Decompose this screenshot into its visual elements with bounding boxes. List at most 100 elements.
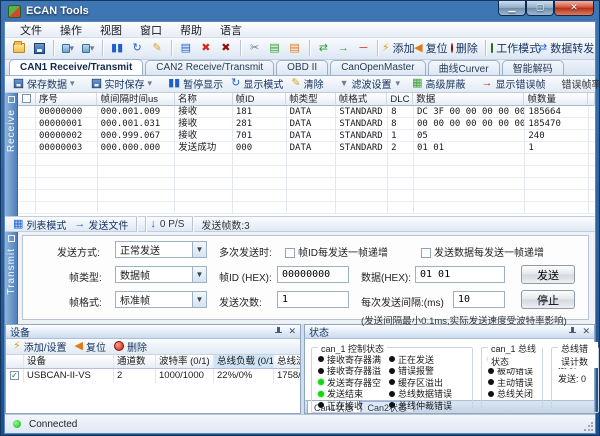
col-bus-load[interactable]: 总线负载 (0/1) [214,355,274,368]
device-reset-button[interactable]: ◀复位 [71,338,110,355]
add-device-button[interactable]: ⚡添加 [383,39,413,57]
cut-button[interactable]: ✂ [246,39,264,57]
forward-button[interactable]: → [334,39,352,57]
save-data-button[interactable]: 保存数据▾ [9,75,79,92]
col-device[interactable]: 设备 [24,355,114,368]
title-bar[interactable]: ECAN Tools ▁ ▢ ✕ [4,1,596,21]
data-forward-button[interactable]: ⇄数据转发 [542,39,590,57]
select-all-checkbox[interactable] [18,93,36,106]
data-hex-input[interactable] [415,266,505,283]
device-add-settings-button[interactable]: ⚡添加/设置 [9,338,71,355]
menu-window[interactable]: 窗口 [131,21,171,39]
clock-icon [114,341,124,351]
exchange-button[interactable]: ⇄ [314,39,332,57]
tab-can2-receive-transmit[interactable]: CAN2 Receive/Transmit [145,60,274,75]
device-row[interactable]: ✓ USBCAN-II-VS 2 1000/1000 22%/0% 1758/0 [6,369,300,383]
chevron-down-icon[interactable]: ▾ [396,79,401,88]
filter-settings-button[interactable]: ▼滤波设置 [336,75,396,92]
delete-device-button[interactable]: 删除 [448,39,480,57]
col-bus-flow[interactable]: 总线流量 (0/1) [274,355,300,368]
transmit-sidebar[interactable]: Transmit [5,232,18,323]
list-mode-button[interactable]: ▦列表模式 [9,216,70,233]
interval-input[interactable] [453,291,505,308]
resize-grip[interactable] [583,421,594,432]
advanced-mask-button[interactable]: ▦高级屏蔽 [408,75,469,92]
col-interval[interactable]: 帧间隔时间us [97,93,174,106]
close-icon[interactable]: ✕ [582,327,590,336]
send-file-button[interactable]: →发送文件 [70,216,132,233]
frame-format-select[interactable]: 标准帧▼ [115,291,207,308]
menu-language[interactable]: 语言 [211,21,251,39]
pause-button[interactable]: ▮▮ [108,39,126,57]
maximize-button[interactable]: ▢ [526,1,554,16]
paste-button[interactable]: ▤ [286,39,304,57]
tab-obd2[interactable]: OBD II [276,60,328,75]
frame-type-select[interactable]: 数据帧▼ [115,266,207,283]
col-name[interactable]: 名称 [175,93,233,106]
send-mode-select[interactable]: 正常发送▼ [115,241,207,258]
pause-display-button[interactable]: ▮▮暂停显示 [164,75,227,92]
col-channels[interactable]: 通道数 [114,355,156,368]
menu-file[interactable]: 文件 [11,21,51,39]
arrow-right-icon: → [338,43,349,54]
realtime-save-button[interactable]: 实时保存▾ [87,75,157,92]
stop-button[interactable]: 停止 [521,290,575,309]
table-row[interactable]: 00000002000.999.067 接收701 DATASTANDARD 1… [18,130,595,142]
table-row[interactable]: 00000001000.001.031 接收281 DATASTANDARD 8… [18,118,595,130]
col-frame-type[interactable]: 帧类型 [286,93,336,106]
led-icon [488,391,494,397]
delete-icon: ✖ [201,43,210,54]
tab-can1-receive-transmit[interactable]: CAN1 Receive/Transmit [9,59,143,75]
receive-sidebar[interactable]: Receive [5,93,18,216]
col-baudrate[interactable]: 波特率 (0/1) [156,355,214,368]
show-error-frames-button[interactable]: →显示错误帧 [477,75,549,92]
save-button[interactable] [30,39,48,57]
data-increment-checkbox[interactable]: 发送数据每发送一帧递增 [421,244,544,259]
multi-send-label: 多次发送时: [219,244,272,259]
tab-curve[interactable]: 曲线Curver [428,60,500,75]
col-index[interactable]: 序号 [36,93,98,106]
open-file-button[interactable] [10,39,28,57]
send-count-input[interactable] [277,291,349,308]
arrow-right-icon: → [481,78,492,89]
add-frame-button[interactable]: ▤ [177,39,195,57]
bus-error-count-group: 总线错误计数 接收: 0 发送: 0 [551,347,599,413]
menu-view[interactable]: 视图 [91,21,131,39]
frame-id-input[interactable] [277,266,349,283]
device-toolbar: ⚡添加/设置 ◀复位 删除 [6,339,300,355]
reset-device-button[interactable]: ◀复位 [415,39,446,57]
tab-canopenmaster[interactable]: CanOpenMaster [330,60,425,75]
col-frame-id[interactable]: 帧ID [233,93,287,106]
clear-list-button[interactable]: ✎清除 [287,75,327,92]
pin-icon[interactable] [274,327,283,336]
table-row[interactable]: 00000003000.000.000 发送成功000 DATASTANDARD… [18,142,595,154]
display-mode-button[interactable]: ↻显示模式 [227,75,287,92]
col-data[interactable]: 数据 [413,93,524,106]
id-increment-checkbox[interactable]: 帧ID每发送一帧递增 [285,244,388,259]
copy-button[interactable]: ▤ [266,39,284,57]
pin-icon[interactable] [568,327,577,336]
close-icon[interactable]: ✕ [288,327,296,336]
start-transmit-dropdown[interactable]: ▾ [79,39,97,57]
col-frame-format[interactable]: 帧格式 [336,93,388,106]
tab-smart-decode[interactable]: 智能解码 [502,60,564,75]
remove-button[interactable]: ─ [354,39,372,57]
delete-frame-button[interactable]: ✖ [197,39,215,57]
menu-help[interactable]: 帮助 [171,21,211,39]
col-dlc[interactable]: DLC [387,93,413,106]
delete-all-button[interactable]: ✖ [217,39,235,57]
device-delete-button[interactable]: 删除 [110,338,151,355]
start-receive-dropdown[interactable]: ▾ [59,39,77,57]
col-frame-count[interactable]: 帧数量 [524,93,588,106]
table-row[interactable]: 00000000000.001.009 接收181 DATASTANDARD 8… [18,106,595,118]
work-mode-button[interactable]: 工作模式 [491,39,540,57]
refresh-button[interactable]: ↻ [128,39,146,57]
device-enabled-checkbox[interactable]: ✓ [10,371,19,380]
funnel-icon: ▼ [340,79,349,88]
send-button[interactable]: 发送 [521,265,575,284]
send-mode-label: 发送方式: [57,244,100,259]
menu-operation[interactable]: 操作 [51,21,91,39]
close-button[interactable]: ✕ [554,1,594,16]
minimize-button[interactable]: ▁ [498,1,526,16]
clear-button[interactable]: ✎ [148,39,166,57]
